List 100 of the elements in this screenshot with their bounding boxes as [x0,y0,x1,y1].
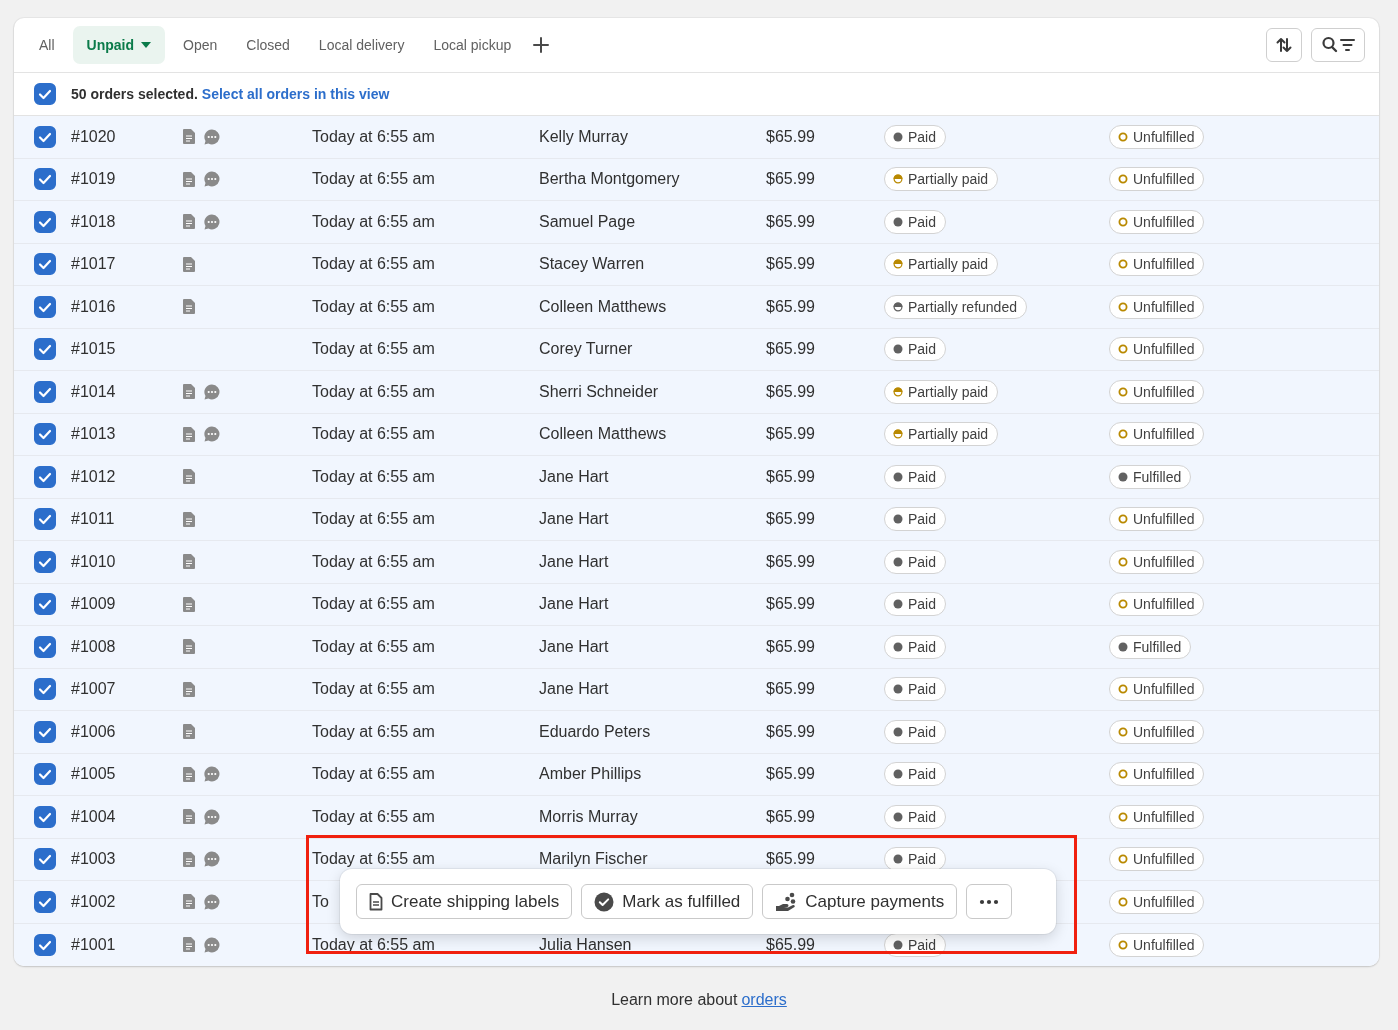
payment-status-badge: Partially paid [884,379,999,404]
order-total: $65.99 [766,765,815,783]
order-number[interactable]: #1018 [71,212,116,230]
select-all-link[interactable]: Select all orders in this view [201,86,390,102]
row-checkbox[interactable] [34,210,56,233]
order-total: $65.99 [766,510,815,528]
fulfillment-status-badge: Unfulfilled [1109,167,1205,192]
order-number[interactable]: #1012 [71,467,116,485]
order-row[interactable]: #1011 Today at 6:55 am Jane Hart $65.99 Paid Unfulfilled [14,498,1379,541]
row-checkbox[interactable] [34,890,56,913]
row-checkbox[interactable] [34,125,56,148]
order-row[interactable]: #1013 Today at 6:55 am Colleen Matthews $65.99 Partially paid Unfulfilled [14,413,1379,456]
order-number[interactable]: #1015 [71,340,116,358]
order-date: Today at 6:55 am [312,170,435,188]
order-number[interactable]: #1003 [71,850,116,868]
order-date: Today at 6:55 am [312,765,435,783]
order-number[interactable]: #1014 [71,382,116,400]
fulfillment-status-badge: Unfulfilled [1109,209,1205,234]
order-date: To [312,892,329,910]
order-row[interactable]: #1014 Today at 6:55 am Sherri Schneider $65.99 Partially paid Unfulfilled [14,371,1379,414]
row-checkbox[interactable] [34,635,56,658]
customer-name: Julia Hansen [539,935,632,953]
row-checkbox[interactable] [34,805,56,828]
order-row[interactable]: #1006 Today at 6:55 am Eduardo Peters $65.99 Paid Unfulfilled [14,711,1379,754]
order-row[interactable]: #1019 Today at 6:55 am Bertha Montgomery $65.99 Partially paid Unfulfilled [14,158,1379,201]
customer-name: Jane Hart [539,680,609,698]
order-row[interactable]: #1020 Today at 6:55 am Kelly Murray $65.99 Paid Unfulfilled [14,116,1379,159]
order-row[interactable]: #1007 Today at 6:55 am Jane Hart $65.99 Paid Unfulfilled [14,668,1379,711]
order-number[interactable]: #1013 [71,425,116,443]
order-number[interactable]: #1010 [71,552,116,570]
order-number[interactable]: #1007 [71,680,116,698]
order-row[interactable]: #1012 Today at 6:55 am Jane Hart $65.99 Paid Fulfilled [14,456,1379,499]
search-filter-button[interactable] [1311,28,1365,62]
payment-status-badge: Paid [884,507,947,532]
bulk-action-button[interactable]: Capture payments [762,884,958,919]
row-checkbox[interactable] [34,678,56,701]
order-row[interactable]: #1017 Today at 6:55 am Stacey Warren $65.99 Partially paid Unfulfilled [14,243,1379,286]
filter-tab[interactable]: Local delivery [307,28,416,62]
payment-status-badge: Paid [884,464,947,489]
order-number[interactable]: #1002 [71,892,116,910]
fulfillment-status-badge: Fulfilled [1109,464,1192,489]
orders-link[interactable]: orders [741,991,787,1008]
sort-button[interactable] [1266,28,1302,62]
select-all-checkbox[interactable] [34,83,56,105]
customer-name: Colleen Matthews [539,425,667,443]
order-number[interactable]: #1006 [71,722,116,740]
document-icon [369,892,383,911]
row-checkbox[interactable] [34,763,56,786]
order-row[interactable]: #1004 Today at 6:55 am Morris Murray $65.99 Paid Unfulfilled [14,796,1379,839]
order-row[interactable]: #1015 Today at 6:55 am Corey Turner $65.99 Paid Unfulfilled [14,328,1379,371]
row-checkbox[interactable] [34,465,56,488]
row-checkbox[interactable] [34,380,56,403]
fulfillment-status-badge: Unfulfilled [1109,719,1205,744]
order-row[interactable]: #1009 Today at 6:55 am Jane Hart $65.99 Paid Unfulfilled [14,583,1379,626]
filter-tab[interactable]: Unpaid [72,26,165,64]
order-number[interactable]: #1004 [71,807,116,825]
order-number[interactable]: #1016 [71,297,116,315]
filter-tab[interactable]: Closed [235,28,301,62]
bulk-action-button[interactable]: Create shipping labels [356,884,573,919]
order-row[interactable]: #1005 Today at 6:55 am Amber Phillips $65.99 Paid Unfulfilled [14,753,1379,796]
order-number[interactable]: #1019 [71,170,116,188]
customer-name: Jane Hart [539,637,609,655]
fulfillment-status-badge: Unfulfilled [1109,294,1205,319]
order-number[interactable]: #1001 [71,935,116,953]
filter-tab[interactable]: All [28,28,66,62]
customer-name: Colleen Matthews [539,297,667,315]
customer-name: Amber Phillips [539,765,642,783]
order-row[interactable]: #1018 Today at 6:55 am Samuel Page $65.99 Paid Unfulfilled [14,201,1379,244]
filter-tab[interactable]: Local pickup [422,28,523,62]
row-checkbox[interactable] [34,593,56,616]
order-number[interactable]: #1009 [71,595,116,613]
row-checkbox[interactable] [34,848,56,871]
order-row[interactable]: #1008 Today at 6:55 am Jane Hart $65.99 Paid Fulfilled [14,626,1379,669]
order-number[interactable]: #1017 [71,255,116,273]
order-row[interactable]: #1010 Today at 6:55 am Jane Hart $65.99 Paid Unfulfilled [14,541,1379,584]
row-checkbox[interactable] [34,933,56,956]
payment-status-badge: Paid [884,677,947,702]
row-checkbox[interactable] [34,423,56,446]
customer-name: Samuel Page [539,212,636,230]
learn-more-text: Learn more about [611,991,738,1008]
order-number[interactable]: #1008 [71,637,116,655]
row-checkbox[interactable] [34,338,56,361]
row-checkbox[interactable] [34,253,56,276]
payment-status-badge: Partially paid [884,252,999,277]
row-checkbox[interactable] [34,550,56,573]
filter-tab[interactable]: Open [172,28,229,62]
order-date: Today at 6:55 am [312,297,435,315]
order-date: Today at 6:55 am [312,510,435,528]
order-row[interactable]: #1016 Today at 6:55 am Colleen Matthews $65.99 Partially refunded Unfulfilled [14,286,1379,329]
row-checkbox[interactable] [34,295,56,318]
bulk-action-button[interactable]: Mark as fulfilled [581,884,754,919]
row-checkbox[interactable] [34,168,56,191]
order-number[interactable]: #1020 [71,127,116,145]
order-number[interactable]: #1011 [71,510,115,528]
row-checkbox[interactable] [34,508,56,531]
customer-name: Corey Turner [539,340,633,358]
more-actions-button[interactable] [966,884,1013,919]
row-checkbox[interactable] [34,720,56,743]
order-number[interactable]: #1005 [71,765,116,783]
fulfillment-status-badge: Unfulfilled [1109,379,1205,404]
